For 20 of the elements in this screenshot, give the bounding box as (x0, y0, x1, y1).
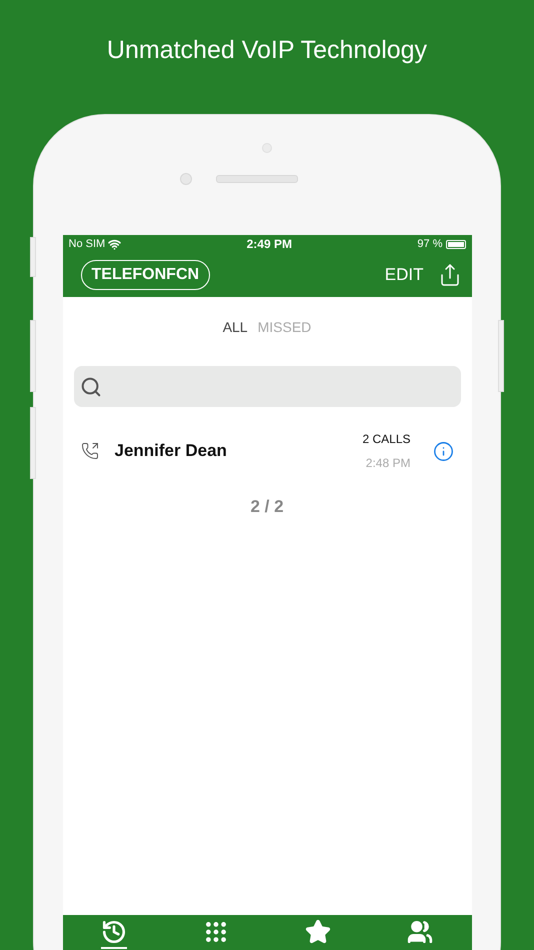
call-time: 2:48 PM (366, 456, 410, 470)
clock: 2:49 PM (246, 237, 292, 251)
edit-button[interactable]: EDIT (370, 265, 438, 285)
search-icon (80, 376, 102, 398)
contact-name: Jennifer Dean (114, 441, 227, 461)
call-count: 2 CALLS (362, 432, 410, 446)
search-field[interactable] (74, 366, 460, 407)
headline: Unmatched VoIP Technology (106, 36, 428, 65)
page-counter: 2 / 2 (249, 497, 285, 517)
battery-percent: 97 % (417, 238, 442, 250)
carrier: No SIM (68, 238, 106, 250)
outgoing-call-icon (80, 442, 98, 460)
camera-icon (180, 173, 192, 185)
info-icon[interactable] (432, 440, 454, 462)
battery-icon (446, 240, 466, 248)
logo: TELEFONFCN (80, 260, 210, 290)
speaker-icon (216, 175, 298, 183)
history-icon[interactable] (100, 919, 127, 949)
wifi-icon (108, 238, 122, 250)
filter-tab[interactable]: ALL (222, 319, 248, 335)
